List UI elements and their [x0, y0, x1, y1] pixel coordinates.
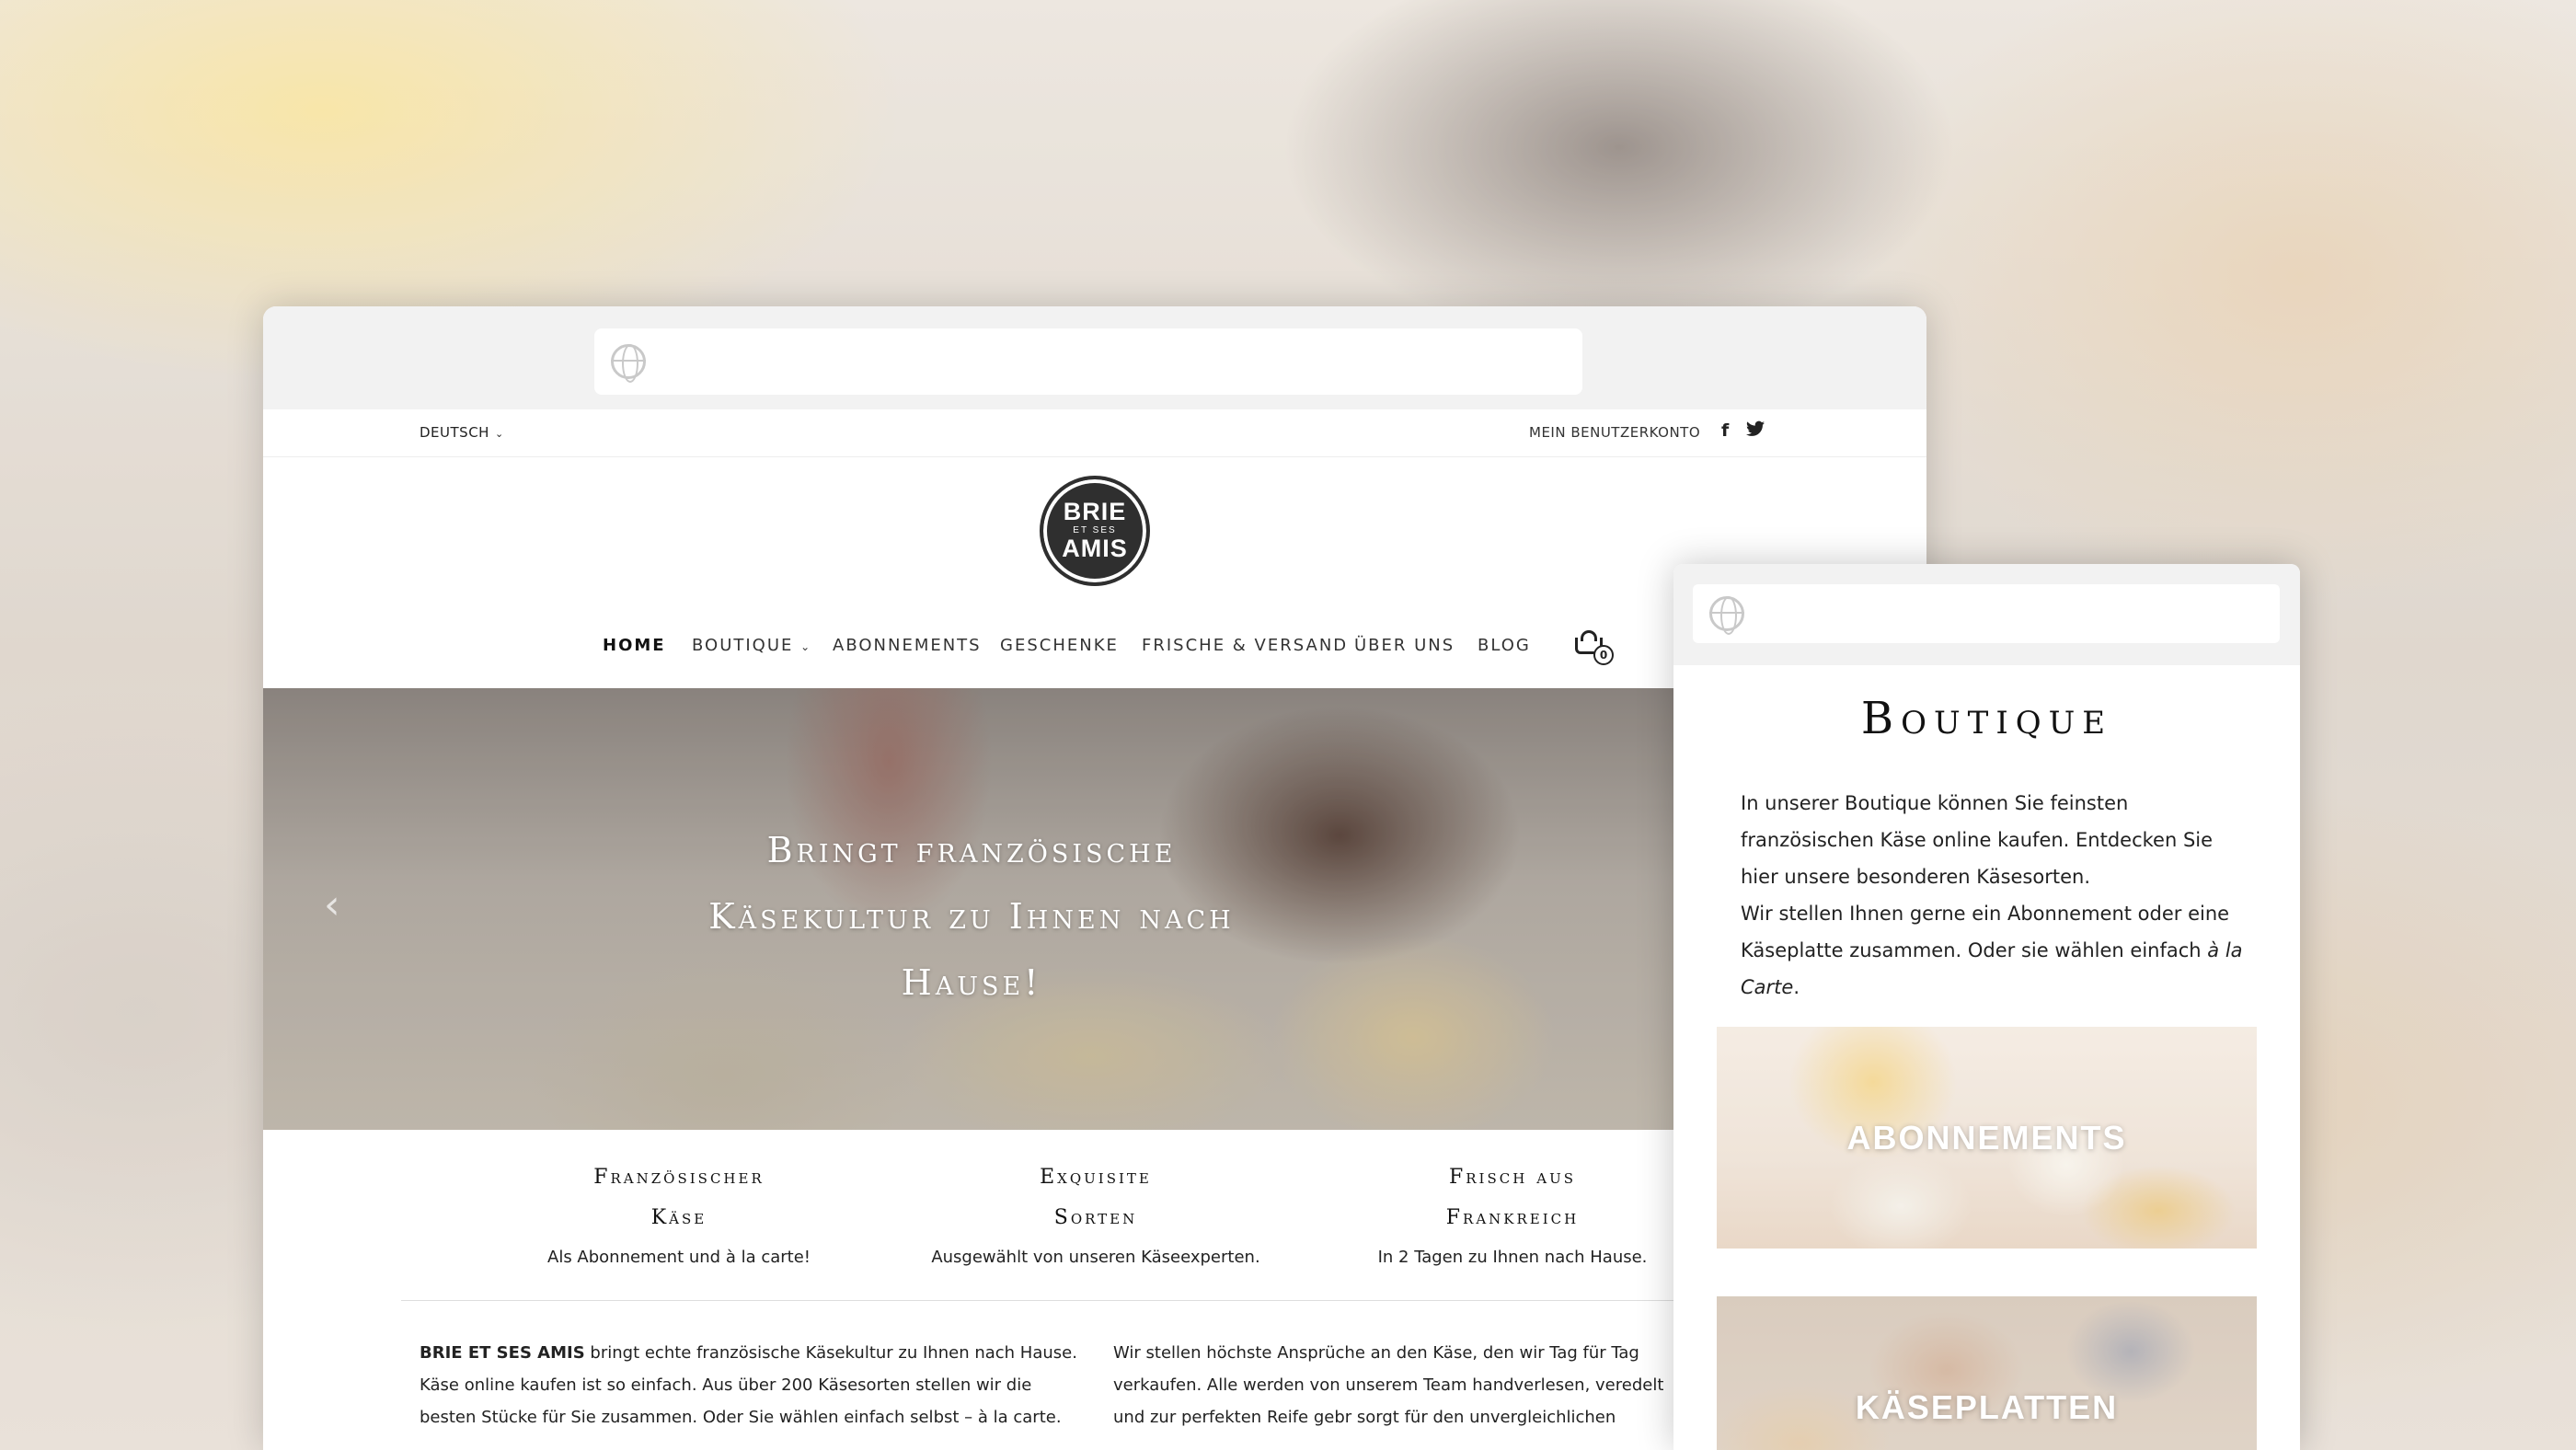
- chevron-left-icon[interactable]: ‹: [324, 881, 340, 928]
- browser-chrome: [1673, 564, 2300, 665]
- social-links: f: [1721, 420, 1765, 442]
- feature-title: Exquisite Sorten: [930, 1157, 1261, 1238]
- nav-home[interactable]: HOME: [603, 636, 666, 655]
- category-card-abonnements[interactable]: ABONNEMENTS: [1717, 1027, 2257, 1249]
- brand-logo[interactable]: BRIE ET SES AMIS: [1040, 476, 1150, 586]
- logo-line-3: AMIS: [1062, 535, 1128, 562]
- language-selector[interactable]: DEUTSCH ⌄: [420, 424, 504, 441]
- about-paragraph-left: BRIE ET SES AMIS bringt echte französisc…: [420, 1337, 1082, 1433]
- feature-title-line: Frankreich: [1445, 1206, 1580, 1229]
- address-bar[interactable]: [594, 328, 1582, 395]
- nav-blog[interactable]: BLOG: [1478, 636, 1531, 655]
- nav-abonnements[interactable]: ABONNEMENTS: [833, 636, 982, 655]
- browser-chrome: [263, 306, 1926, 409]
- browser-window-boutique: Boutique In unserer Boutique können Sie …: [1673, 564, 2300, 1450]
- feature-title: Französischer Käse: [513, 1157, 845, 1238]
- card-label: ABONNEMENTS: [1846, 1119, 2127, 1157]
- hero-slider[interactable]: ‹ Bringt französische Käsekultur zu Ihne…: [263, 688, 1675, 1130]
- nav-boutique-label: BOUTIQUE: [692, 636, 794, 655]
- globe-icon: [1709, 596, 1744, 635]
- account-link[interactable]: MEIN BENUTZERKONTO: [1529, 424, 1700, 441]
- feature-title-line: Käse: [650, 1206, 707, 1229]
- nav-boutique[interactable]: BOUTIQUE ⌄: [692, 636, 811, 655]
- about-paragraph-right: Wir stellen höchste Ansprüche an den Käs…: [1113, 1343, 1664, 1427]
- language-label: DEUTSCH: [420, 424, 489, 441]
- nav-ueber-uns[interactable]: ÜBER UNS: [1354, 636, 1455, 655]
- top-bar: DEUTSCH ⌄ MEIN BENUTZERKONTO f: [263, 409, 1926, 457]
- brand-name: BRIE ET SES AMIS: [420, 1343, 585, 1363]
- page-title: Boutique: [1860, 693, 2113, 744]
- feature-description: Ausgewählt von unseren Käseexperten.: [931, 1248, 1260, 1267]
- globe-icon: [611, 344, 646, 383]
- nav-frische-versand[interactable]: FRISCHE & VERSAND: [1142, 636, 1348, 655]
- address-bar[interactable]: [1693, 584, 2280, 643]
- feature-item: Französischer Käse Als Abonnement und à …: [513, 1157, 845, 1267]
- feature-item: Frisch aus Frankreich In 2 Tagen zu Ihne…: [1347, 1157, 1678, 1267]
- logo-line-1: BRIE: [1063, 498, 1127, 525]
- intro-part-2: Wir stellen Ihnen gerne ein Abonnement o…: [1741, 903, 2230, 961]
- nav-geschenke[interactable]: GESCHENKE: [1000, 636, 1119, 655]
- feature-description: In 2 Tagen zu Ihnen nach Hause.: [1377, 1248, 1648, 1267]
- feature-title-line: Frisch aus: [1448, 1166, 1577, 1189]
- feature-title: Frisch aus Frankreich: [1347, 1157, 1678, 1238]
- cart-count-badge: 0: [1593, 645, 1614, 665]
- feature-title-line: Französischer: [593, 1166, 765, 1189]
- intro-end: .: [1793, 976, 1800, 998]
- section-divider: [401, 1300, 1675, 1301]
- twitter-icon[interactable]: [1745, 420, 1765, 442]
- feature-title-line: Sorten: [1053, 1206, 1138, 1229]
- facebook-icon[interactable]: f: [1721, 420, 1730, 442]
- feature-description: Als Abonnement und à la carte!: [547, 1248, 811, 1267]
- category-card-kaeseplatten[interactable]: KÄSEPLATTEN: [1717, 1296, 2257, 1450]
- chevron-down-icon: ⌄: [800, 640, 812, 653]
- feature-title-line: Exquisite: [1040, 1166, 1152, 1189]
- cart-icon[interactable]: 0: [1573, 628, 1617, 669]
- feature-item: Exquisite Sorten Ausgewählt von unseren …: [930, 1157, 1261, 1267]
- hero-title: Bringt französische Käsekultur zu Ihnen …: [708, 830, 1235, 1003]
- intro-part-1: In unserer Boutique können Sie feinsten …: [1741, 792, 2214, 888]
- boutique-intro: In unserer Boutique können Sie feinsten …: [1741, 785, 2256, 1006]
- chevron-down-icon: ⌄: [494, 428, 504, 440]
- card-label: KÄSEPLATTEN: [1855, 1388, 2119, 1426]
